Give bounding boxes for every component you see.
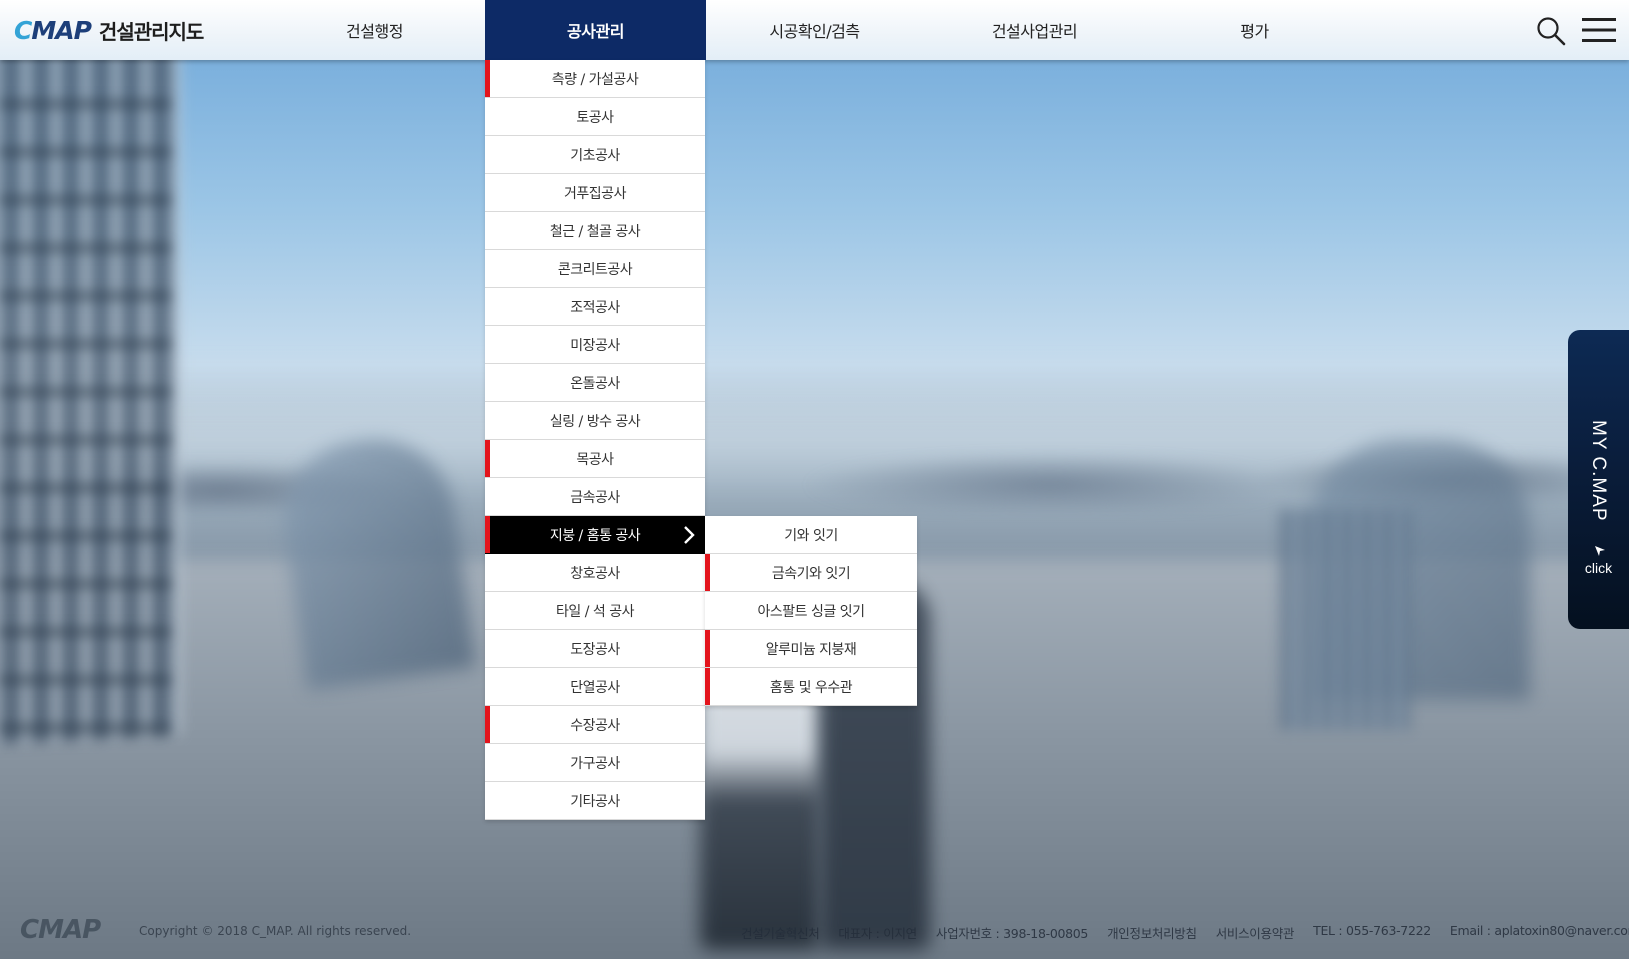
nav-item-construction-management[interactable]: 공사관리	[485, 0, 706, 60]
dropdown-item-label: 금속공사	[570, 489, 620, 506]
dropdown-item-label: 도장공사	[570, 641, 620, 658]
dropdown-item-label: 타일 / 석 공사	[556, 603, 634, 620]
submenu-item-label: 아스팔트 싱글 잇기	[757, 603, 865, 620]
footer-link: 대표자 : 이지연	[838, 926, 917, 941]
dropdown-item-active[interactable]: 지붕 / 홈통 공사	[485, 516, 705, 554]
dropdown-item-label: 기초공사	[570, 147, 620, 164]
dropdown-item[interactable]: 타일 / 석 공사	[485, 592, 705, 630]
dropdown-item[interactable]: 단열공사	[485, 668, 705, 706]
dropdown-item-label: 측량 / 가설공사	[551, 71, 639, 88]
submenu-item-label: 기와 잇기	[784, 527, 838, 544]
footer-link: 건설기술혁신처	[741, 926, 820, 941]
my-cmap-tab[interactable]: MY C.MAP click	[1568, 330, 1629, 629]
chevron-right-icon	[684, 526, 695, 544]
site-footer: CMAP Copyright © 2018 C_MAP. All rights …	[0, 910, 1629, 950]
dropdown-item[interactable]: 실링 / 방수 공사	[485, 402, 705, 440]
dropdown-item[interactable]: 조적공사	[485, 288, 705, 326]
nav-item-business-management[interactable]: 건설사업관리	[924, 0, 1145, 60]
cursor-arrow-icon	[1595, 546, 1605, 556]
dropdown-item-label: 미장공사	[570, 337, 620, 354]
hamburger-menu-icon[interactable]	[1582, 17, 1616, 43]
nav-item-inspection[interactable]: 시공확인/검측	[704, 0, 925, 60]
dropdown-item[interactable]: 목공사	[485, 440, 705, 478]
submenu-item-label: 금속기와 잇기	[771, 565, 851, 582]
footer-link: Email : aplatoxin80@naver.com	[1449, 923, 1629, 938]
dropdown-item-label: 목공사	[576, 451, 614, 468]
dropdown-item-label: 콘크리트공사	[557, 261, 633, 278]
footer-link: 사업자번호 : 398-18-00805	[935, 926, 1089, 941]
submenu-item[interactable]: 알루미늄 지붕재	[705, 630, 917, 668]
copyright-text: Copyright © 2018 C_MAP. All rights reser…	[139, 924, 412, 938]
dropdown-item-label: 토공사	[576, 109, 614, 126]
dropdown-item[interactable]: 콘크리트공사	[485, 250, 705, 288]
footer-links: 건설기술혁신처 대표자 : 이지연 사업자번호 : 398-18-00805 개인정보…	[741, 923, 1629, 942]
dropdown-item[interactable]: 미장공사	[485, 326, 705, 364]
dropdown-item[interactable]: 온돌공사	[485, 364, 705, 402]
dropdown-item[interactable]: 기타공사	[485, 782, 705, 820]
dropdown-item-label: 수장공사	[570, 717, 620, 734]
footer-logo: CMAP	[20, 915, 101, 945]
dropdown-item[interactable]: 거푸집공사	[485, 174, 705, 212]
dropdown-item[interactable]: 가구공사	[485, 744, 705, 782]
logo-text: 건설관리지도	[98, 19, 204, 44]
submenu-item[interactable]: 기와 잇기	[705, 516, 917, 554]
logo-mark: CMAP	[14, 15, 92, 45]
nav-item-evaluation[interactable]: 평가	[1144, 0, 1365, 60]
dropdown-item[interactable]: 창호공사	[485, 554, 705, 592]
nav-item-construction-admin[interactable]: 건설행정	[264, 0, 485, 60]
dropdown-item-label: 기타공사	[570, 793, 620, 810]
dropdown-item[interactable]: 금속공사	[485, 478, 705, 516]
construction-management-dropdown: 측량 / 가설공사토공사기초공사거푸집공사철근 / 철골 공사콘크리트공사조적공…	[485, 60, 705, 820]
site-logo[interactable]: CMAP 건설관리지도	[14, 15, 204, 45]
submenu-item[interactable]: 아스팔트 싱글 잇기	[705, 592, 917, 630]
dropdown-item[interactable]: 수장공사	[485, 706, 705, 744]
roof-gutter-submenu: 기와 잇기금속기와 잇기아스팔트 싱글 잇기알루미늄 지붕재홈통 및 우수관	[705, 516, 917, 706]
dropdown-item[interactable]: 측량 / 가설공사	[485, 60, 705, 98]
footer-link[interactable]: 개인정보처리방침	[1107, 923, 1197, 942]
footer-link: TEL : 055-763-7222	[1313, 923, 1431, 938]
dropdown-item-label: 철근 / 철골 공사	[549, 223, 641, 240]
dropdown-item-label: 지붕 / 홈통 공사	[549, 527, 641, 544]
site-header: CMAP 건설관리지도 건설행정 공사관리 시공확인/검측 건설사업관리 평가	[0, 0, 1629, 60]
submenu-item[interactable]: 금속기와 잇기	[705, 554, 917, 592]
submenu-item[interactable]: 홈통 및 우수관	[705, 668, 917, 706]
dropdown-item[interactable]: 기초공사	[485, 136, 705, 174]
click-label: click	[1584, 560, 1613, 576]
dropdown-item[interactable]: 철근 / 철골 공사	[485, 212, 705, 250]
submenu-item-label: 알루미늄 지붕재	[765, 641, 857, 658]
dropdown-item-label: 온돌공사	[570, 375, 620, 392]
submenu-item-label: 홈통 및 우수관	[769, 679, 853, 696]
dropdown-item-label: 가구공사	[570, 755, 620, 772]
search-icon[interactable]	[1536, 16, 1566, 46]
dropdown-item-label: 조적공사	[570, 299, 620, 316]
dropdown-item-label: 창호공사	[570, 565, 620, 582]
dropdown-item[interactable]: 토공사	[485, 98, 705, 136]
footer-link[interactable]: 서비스이용약관	[1216, 923, 1295, 942]
dropdown-item[interactable]: 도장공사	[485, 630, 705, 668]
dropdown-item-label: 실링 / 방수 공사	[549, 413, 641, 430]
dropdown-item-label: 거푸집공사	[564, 185, 626, 202]
hero-background	[0, 0, 1629, 959]
dropdown-item-label: 단열공사	[570, 679, 620, 696]
my-cmap-label: MY C.MAP	[1588, 420, 1609, 522]
